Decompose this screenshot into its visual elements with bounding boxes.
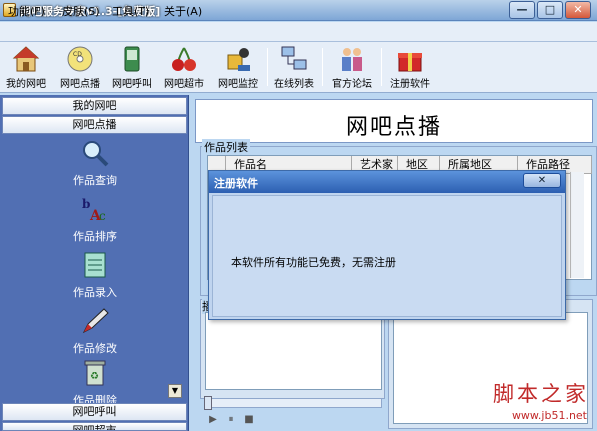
svg-text:c: c — [99, 209, 106, 223]
sidebar-item-label: 作品录入 — [73, 286, 117, 299]
works-table-scrollbar[interactable] — [570, 172, 584, 278]
register-dialog: 注册软件 ✕ 本软件所有功能已免费，无需注册 — [208, 170, 566, 320]
dialog-close-button[interactable]: ✕ — [523, 173, 561, 188]
toolbar-label: 网吧监控 — [218, 79, 258, 90]
playlist-list[interactable] — [205, 312, 382, 390]
minimize-button[interactable]: — — [509, 1, 535, 19]
abc-sort-icon: bAc — [82, 197, 106, 224]
dialog-message: 本软件所有功能已免费，无需注册 — [231, 256, 396, 269]
toolbar-separator — [322, 48, 323, 86]
sidebar-item-entry[interactable]: 作品录入 — [62, 250, 128, 300]
toolbar-label: 注册软件 — [390, 79, 430, 90]
menu-bar — [0, 22, 597, 42]
works-list-label: 作品列表 — [202, 139, 250, 155]
close-button[interactable]: ✕ — [565, 1, 591, 19]
sidebar-header-netbar-market[interactable]: 网吧超市 — [2, 422, 187, 431]
toolbar-label: 网吧超市 — [164, 79, 204, 90]
sidebar-header-my-netbar[interactable]: 我的网吧 — [2, 97, 187, 115]
page-title: 网吧点播 — [345, 115, 442, 140]
svg-text:CD: CD — [73, 51, 82, 58]
network-icon — [281, 46, 307, 70]
sidebar-item-sort[interactable]: bAc 作品排序 — [62, 194, 128, 244]
toolbar-label: 我的网吧 — [6, 79, 46, 90]
sidebar-item-edit[interactable]: 作品修改 — [62, 306, 128, 356]
sidebar-header-netbar-vod[interactable]: 网吧点播 — [2, 116, 187, 134]
toolbar-netbar-vod[interactable]: CD 网吧点播 — [56, 42, 104, 92]
pen-icon — [82, 308, 109, 334]
recycle-bin-icon: ♻ — [84, 360, 106, 386]
sidebar-scroll-down-button[interactable]: ▼ — [168, 384, 182, 398]
menu-function[interactable]: 功能(F) — [8, 3, 45, 19]
sidebar-item-label: 作品修改 — [73, 342, 117, 355]
play-button[interactable]: ▶ — [208, 414, 218, 425]
cd-icon: CD — [67, 46, 93, 72]
pause-button[interactable]: ⏸ — [226, 414, 236, 425]
toolbar-my-netbar[interactable]: 我的网吧 — [2, 42, 50, 92]
notepad-icon — [84, 252, 106, 278]
dialog-body: 本软件所有功能已免费，无需注册 — [212, 195, 562, 317]
stop-button[interactable]: ■ — [244, 414, 254, 425]
toolbar-online-list[interactable]: 在线列表 — [270, 42, 318, 92]
menu-tools[interactable]: 工具(T) — [112, 3, 149, 19]
watermark: 脚本之家 www.jb51.net — [463, 378, 593, 430]
menu-skin[interactable]: 皮肤(S) — [62, 3, 100, 19]
toolbar-official-forum[interactable]: 官方论坛 — [326, 42, 378, 92]
house-icon — [12, 46, 40, 72]
watermark-url: www.jb51.net — [511, 409, 587, 422]
toolbar-netbar-call[interactable]: 网吧呼叫 — [108, 42, 156, 92]
dialog-title: 注册软件 — [214, 177, 258, 190]
toolbar-register-software[interactable]: 注册软件 — [384, 42, 436, 92]
gift-icon — [398, 53, 422, 72]
toolbar-label: 网吧点播 — [60, 79, 100, 90]
people-icon — [342, 48, 362, 71]
toolbar-separator — [381, 48, 382, 86]
menu-about[interactable]: 关于(A) — [164, 3, 202, 19]
toolbar-netbar-market[interactable]: 网吧超市 — [160, 42, 208, 92]
toolbar-label: 在线列表 — [274, 79, 314, 90]
toolbar-label: 网吧呼叫 — [112, 79, 152, 90]
toolbar-label: 官方论坛 — [332, 79, 372, 90]
progress-slider[interactable] — [204, 398, 382, 408]
maximize-button[interactable]: □ — [537, 1, 563, 19]
toolbar-separator — [267, 48, 268, 86]
dialog-title-bar: 注册软件 ✕ — [209, 171, 565, 193]
svg-text:♻: ♻ — [90, 371, 99, 382]
magnifier-icon — [83, 141, 109, 167]
toolbar-netbar-monitor[interactable]: 网吧监控 — [212, 42, 264, 92]
banner: 网吧点播 — [195, 99, 593, 143]
sidebar-item-delete[interactable]: ♻ 作品删除 — [62, 358, 128, 408]
monitor-camera-icon — [227, 48, 250, 71]
sidebar-item-query[interactable]: 作品查询 — [62, 138, 128, 188]
phone-icon — [124, 46, 140, 72]
sidebar-item-label: 作品查询 — [73, 174, 117, 187]
sidebar-item-label: 作品排序 — [73, 230, 117, 243]
sidebar-header-netbar-call[interactable]: 网吧呼叫 — [2, 403, 187, 421]
cherry-icon — [172, 47, 196, 71]
watermark-title: 脚本之家 — [493, 382, 589, 406]
progress-slider-thumb[interactable] — [204, 396, 212, 410]
